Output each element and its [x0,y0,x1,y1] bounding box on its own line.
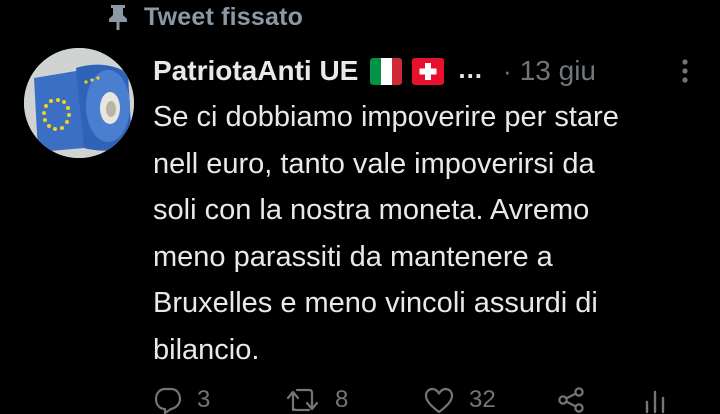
tweet-text-line: Bruxelles e meno vincoli assurdi di [153,287,598,319]
timestamp[interactable]: 13 giu [520,55,596,87]
heart-icon [424,387,454,414]
retweet-icon [286,388,319,412]
reply-icon [154,387,182,414]
reply-count: 3 [197,386,211,413]
share-icon [558,387,584,413]
pinned-label: Tweet fissato [144,2,304,31]
switzerland-flag-icon [412,57,445,85]
separator-dot: · [503,55,512,86]
action-bar: 3 8 32 [153,384,713,414]
avatar[interactable] [24,48,134,158]
like-button[interactable]: 32 [423,386,496,414]
like-count: 32 [469,386,496,413]
tweet-text-line: bilancio. [153,333,260,366]
tweet-text-line: meno parassiti da mantenere a [153,240,553,273]
analytics-icon [645,390,665,414]
tweet-header: PatriotaAnti UE ... · 13 giu [153,50,698,92]
tweet-card[interactable]: Tweet fissato PatriotaAnti UE ... · 13 g… [0,0,720,414]
avatar-image [24,48,134,158]
name-ellipsis: ... [458,53,484,84]
tweet-text: Se ci dobbiamo impoverire per stare nell… [153,94,713,373]
tweet-text-line: Se ci dobbiamo impoverire per stare [153,101,619,133]
reply-button[interactable]: 3 [153,386,210,414]
retweet-count: 8 [335,386,349,413]
tweet-text-line: soli con la nostra moneta. Avremo [153,194,590,226]
pin-icon [104,3,132,31]
more-options-icon[interactable] [672,54,698,88]
pinned-indicator: Tweet fissato [104,0,303,34]
analytics-button[interactable] [641,386,669,414]
share-button[interactable] [555,386,587,414]
retweet-button[interactable]: 8 [285,386,348,414]
italy-flag-icon [370,57,403,85]
tweet-text-line: nell euro, tanto vale impoverirsi da [153,147,595,180]
display-name[interactable]: PatriotaAnti UE [153,55,358,87]
